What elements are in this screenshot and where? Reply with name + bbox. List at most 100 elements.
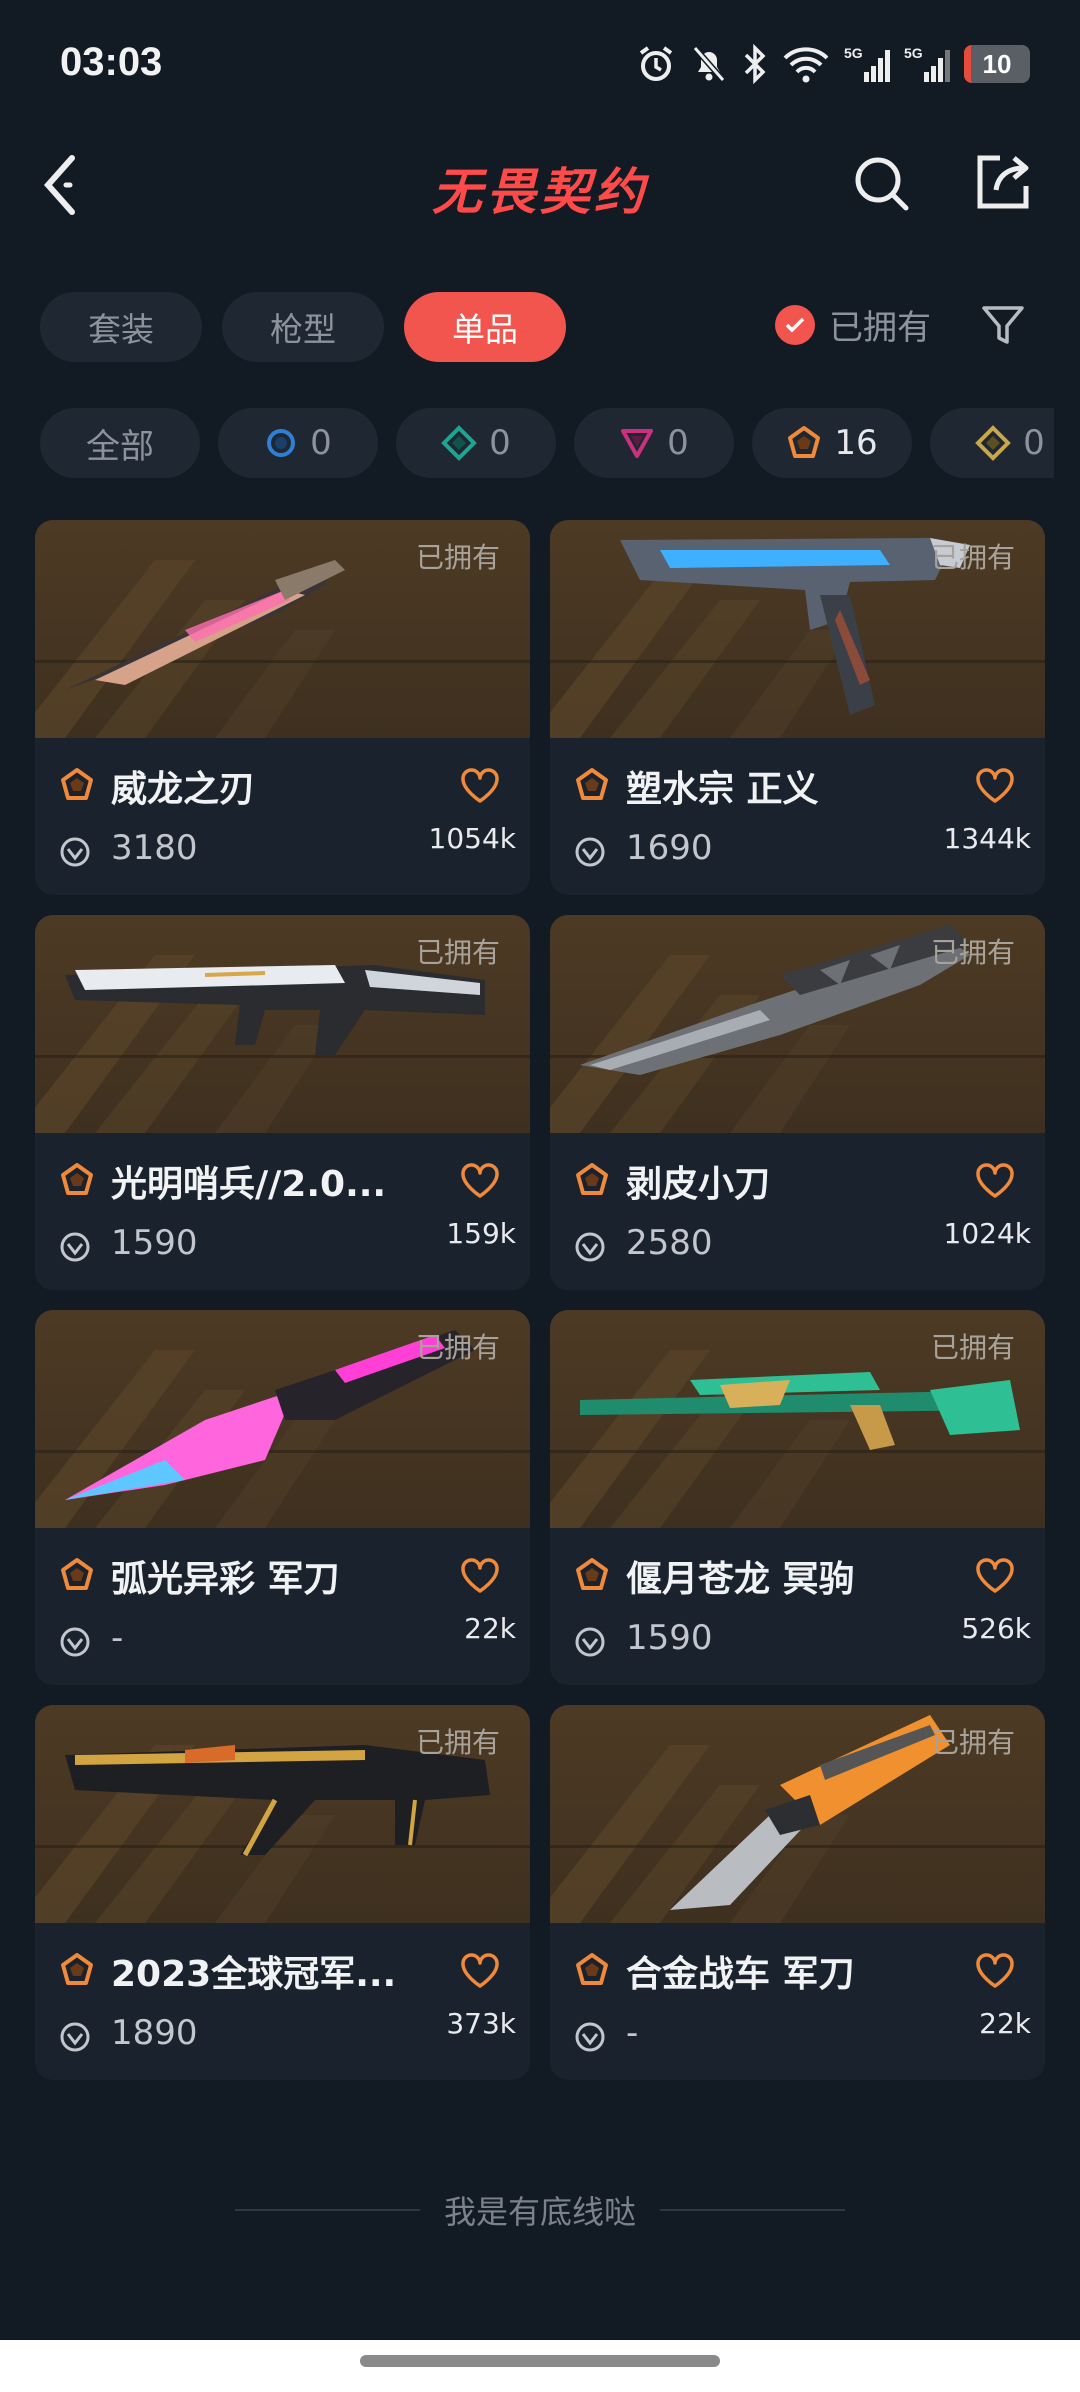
deluxe-tier-icon (441, 425, 478, 461)
owned-tag: 已拥有 (415, 541, 500, 574)
item-card[interactable]: 已拥有 合金战车 军刀 - 22k (550, 1705, 1045, 2080)
filter-icon[interactable] (980, 302, 1026, 348)
item-likes: 526k (961, 1612, 1031, 1645)
exclusive-tier-icon (576, 1953, 608, 1985)
svg-text:5G: 5G (844, 45, 863, 61)
status-time: 03:03 (60, 40, 163, 84)
select-tier-icon (267, 429, 296, 457)
premium-tier-icon (621, 429, 654, 458)
battery-indicator: 10 (964, 45, 1030, 83)
item-artwork: 已拥有 (550, 1705, 1045, 1923)
item-likes: 159k (446, 1217, 516, 1250)
search-icon[interactable] (850, 152, 914, 216)
vp-currency-icon (60, 1232, 90, 1262)
signal-5g-icon: 5G (844, 45, 890, 82)
exclusive-tier-icon (788, 426, 821, 458)
exclusive-tier-icon (61, 768, 93, 800)
item-likes: 373k (446, 2007, 516, 2040)
top-bar: 无畏契约 (0, 130, 1080, 240)
tab-suits[interactable]: 套装 (40, 292, 202, 362)
item-price: - (626, 2013, 639, 2053)
vp-currency-icon (60, 2022, 90, 2052)
item-name: 光明哨兵//2.0... (111, 1164, 387, 1205)
item-artwork: 已拥有 (550, 1310, 1045, 1528)
item-name: 合金战车 军刀 (626, 1954, 855, 1995)
owned-tag: 已拥有 (930, 1331, 1015, 1364)
heart-icon[interactable] (460, 1558, 500, 1594)
item-likes: 22k (979, 2007, 1031, 2040)
exclusive-tier-icon (61, 1163, 93, 1195)
owned-tag: 已拥有 (415, 1726, 500, 1759)
item-name: 2023全球冠军... (111, 1954, 397, 1995)
item-artwork: 已拥有 (35, 1310, 530, 1528)
rarity-chip-all[interactable]: 全部 (40, 408, 200, 478)
gesture-handle[interactable] (360, 2355, 720, 2367)
footer-text: 我是有底线哒 (443, 2193, 636, 2231)
item-likes: 22k (464, 1612, 516, 1645)
heart-icon[interactable] (460, 1953, 500, 1989)
owned-tag: 已拥有 (930, 936, 1015, 969)
heart-icon[interactable] (975, 1953, 1015, 1989)
item-name: 剥皮小刀 (626, 1164, 771, 1205)
rarity-chip-exclusive[interactable]: 16 (752, 408, 912, 478)
heart-icon[interactable] (460, 768, 500, 804)
bluetooth-icon (744, 44, 766, 84)
item-price: - (111, 1618, 124, 1658)
item-card[interactable]: 已拥有 偃月苍龙 冥驹 1590 526k (550, 1310, 1045, 1685)
item-name: 弧光异彩 军刀 (111, 1559, 340, 1600)
item-price: 3180 (111, 828, 198, 868)
exclusive-tier-icon (61, 1558, 93, 1590)
owned-filter-label: 已拥有 (829, 308, 931, 348)
rarity-count: 0 (489, 423, 511, 463)
item-price: 1590 (626, 1618, 713, 1658)
svg-text:5G: 5G (904, 45, 923, 61)
item-card[interactable]: 已拥有 塑水宗 正义 1690 1344k (550, 520, 1045, 895)
signal-5g-icon-2: 5G (904, 45, 950, 82)
ultra-tier-icon (975, 425, 1012, 461)
vp-currency-icon (60, 1627, 90, 1657)
rarity-chip-ultra[interactable]: 0 (930, 408, 1054, 478)
vp-currency-icon (575, 837, 605, 867)
item-likes: 1054k (428, 822, 516, 855)
rarity-filter-bar[interactable]: 全部 0 0 0 16 0 (40, 408, 1054, 478)
heart-icon[interactable] (460, 1163, 500, 1199)
item-card[interactable]: 已拥有 威龙之刃 3180 1054k (35, 520, 530, 895)
item-artwork: 已拥有 (35, 1705, 530, 1923)
checkmark-icon (775, 304, 815, 345)
rarity-chip-select[interactable]: 0 (218, 408, 378, 478)
exclusive-tier-icon (61, 1953, 93, 1985)
item-price: 1590 (111, 1223, 198, 1263)
heart-icon[interactable] (975, 768, 1015, 804)
item-card[interactable]: 已拥有 2023全球冠军... 1890 373k (35, 1705, 530, 2080)
share-icon[interactable] (970, 150, 1034, 214)
mute-bell-icon (692, 46, 726, 82)
rarity-chip-deluxe[interactable]: 0 (396, 408, 556, 478)
item-name: 威龙之刃 (111, 769, 256, 810)
exclusive-tier-icon (576, 1558, 608, 1590)
list-end-footer: 我是有底线哒 (0, 2180, 1080, 2240)
item-card[interactable]: 已拥有 光明哨兵//2.0... 1590 159k (35, 915, 530, 1290)
item-artwork: 已拥有 (550, 520, 1045, 738)
exclusive-tier-icon (576, 768, 608, 800)
app-title: 无畏契约 (432, 163, 648, 221)
item-price: 2580 (626, 1223, 713, 1263)
vp-currency-icon (575, 1232, 605, 1262)
item-card[interactable]: 已拥有 剥皮小刀 2580 1024k (550, 915, 1045, 1290)
owned-tag: 已拥有 (415, 936, 500, 969)
item-price: 1890 (111, 2013, 198, 2053)
rarity-chip-label: 全部 (86, 426, 154, 467)
owned-filter-toggle[interactable]: 已拥有 (775, 300, 931, 349)
heart-icon[interactable] (975, 1558, 1015, 1594)
rarity-chip-premium[interactable]: 0 (574, 408, 734, 478)
item-card[interactable]: 已拥有 弧光异彩 军刀 - 22k (35, 1310, 530, 1685)
heart-icon[interactable] (975, 1163, 1015, 1199)
item-artwork: 已拥有 (550, 915, 1045, 1133)
alarm-icon (639, 46, 673, 81)
tab-single-items[interactable]: 单品 (404, 292, 566, 362)
item-artwork: 已拥有 (35, 915, 530, 1133)
item-name: 塑水宗 正义 (626, 769, 819, 810)
owned-tag: 已拥有 (930, 1726, 1015, 1759)
owned-tag: 已拥有 (930, 541, 1015, 574)
tab-gun-type[interactable]: 枪型 (222, 292, 384, 362)
battery-level: 10 (982, 48, 1012, 79)
